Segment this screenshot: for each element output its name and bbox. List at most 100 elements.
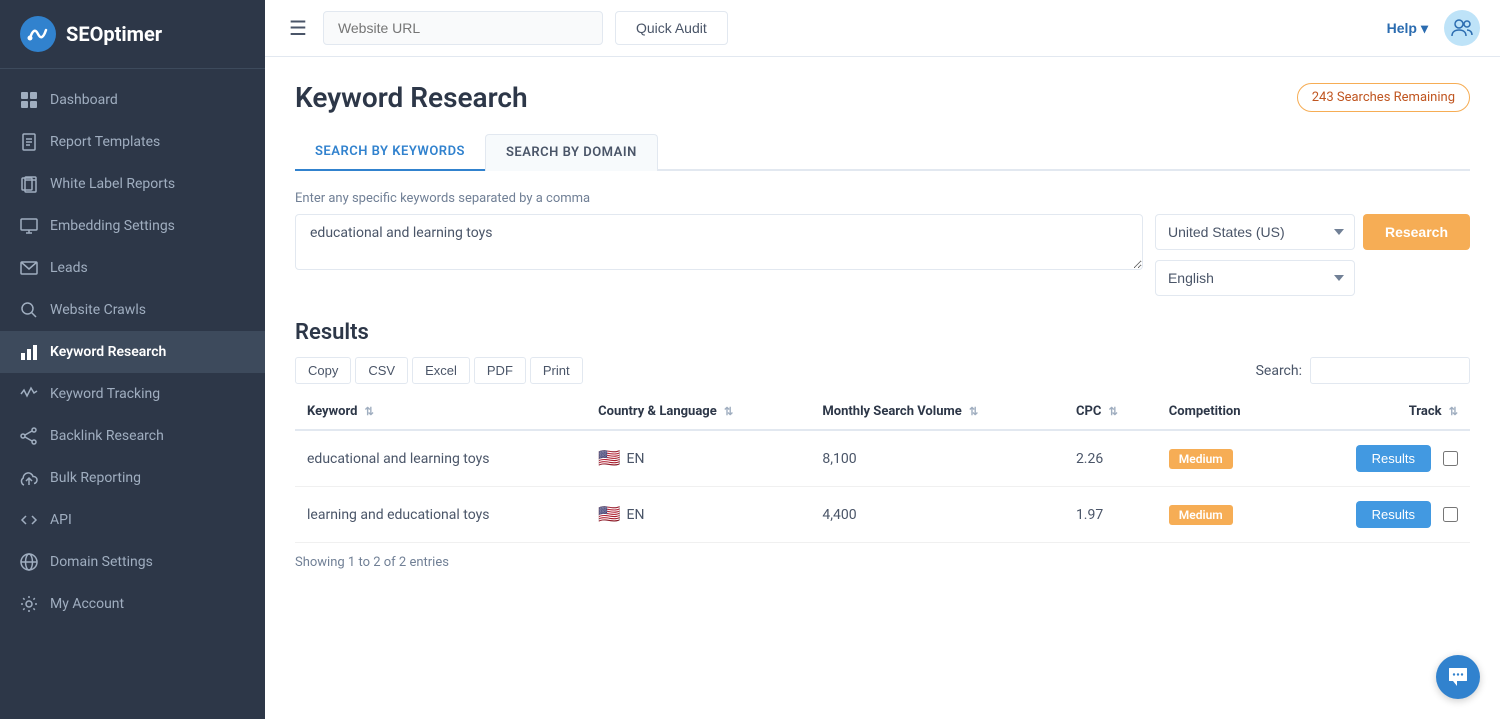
sidebar-item-keyword-research[interactable]: Keyword Research — [0, 331, 265, 373]
sidebar-label-bulk-reporting: Bulk Reporting — [50, 470, 141, 486]
sort-icon-cpc[interactable]: ⇅ — [1109, 405, 1118, 418]
settings-icon — [20, 595, 38, 613]
sidebar-label-white-label: White Label Reports — [50, 176, 175, 192]
sidebar-item-my-account[interactable]: My Account — [0, 583, 265, 625]
page-title: Keyword Research — [295, 81, 528, 114]
results-btn-1[interactable]: Results — [1356, 501, 1431, 528]
language-0: EN — [627, 451, 645, 467]
sidebar-label-report-templates: Report Templates — [50, 134, 160, 150]
sidebar-item-dashboard[interactable]: Dashboard — [0, 79, 265, 121]
sidebar-item-report-templates[interactable]: Report Templates — [0, 121, 265, 163]
tab-search-by-domain[interactable]: SEARCH BY DOMAIN — [485, 134, 658, 171]
url-input[interactable] — [323, 11, 603, 45]
sidebar-item-domain-settings[interactable]: Domain Settings — [0, 541, 265, 583]
action-buttons: Copy CSV Excel PDF Print — [295, 357, 583, 384]
sidebar-label-website-crawls: Website Crawls — [50, 302, 146, 318]
monthly-search-cell-0: 8,100 — [810, 430, 1064, 487]
language-1: EN — [627, 507, 645, 523]
track-cell-0: Results — [1292, 430, 1470, 487]
sidebar-item-keyword-tracking[interactable]: Keyword Tracking — [0, 373, 265, 415]
tab-search-by-keywords[interactable]: SEARCH BY KEYWORDS — [295, 134, 485, 171]
sidebar-label-backlink-research: Backlink Research — [50, 428, 164, 444]
country-select[interactable]: United States (US) United Kingdom (UK) C… — [1155, 214, 1355, 250]
topbar-right: Help ▾ — [1387, 10, 1480, 46]
grid-icon — [20, 91, 38, 109]
keyword-textarea[interactable]: educational and learning toys — [295, 214, 1143, 270]
quick-audit-button[interactable]: Quick Audit — [615, 11, 728, 45]
search-icon — [20, 301, 38, 319]
language-select[interactable]: English Spanish French German — [1155, 260, 1355, 296]
track-cell-1: Results — [1292, 487, 1470, 543]
table-search-row: Search: — [1256, 357, 1470, 384]
sidebar-label-keyword-research: Keyword Research — [50, 344, 166, 360]
sort-icon-track[interactable]: ⇅ — [1449, 405, 1458, 418]
sidebar-item-backlink-research[interactable]: Backlink Research — [0, 415, 265, 457]
sidebar-item-embedding[interactable]: Embedding Settings — [0, 205, 265, 247]
track-checkbox-1[interactable] — [1443, 507, 1458, 522]
hamburger-button[interactable]: ☰ — [285, 12, 311, 45]
tabs: SEARCH BY KEYWORDS SEARCH BY DOMAIN — [295, 134, 1470, 171]
sidebar-item-leads[interactable]: Leads — [0, 247, 265, 289]
searches-badge: 243 Searches Remaining — [1297, 83, 1470, 112]
sidebar-label-api: API — [50, 512, 72, 528]
results-table: Keyword ⇅ Country & Language ⇅ Monthly S… — [295, 394, 1470, 543]
print-button[interactable]: Print — [530, 357, 583, 384]
keyword-cell-0: educational and learning toys — [295, 430, 586, 487]
sidebar-label-dashboard: Dashboard — [50, 92, 118, 108]
flag-0: 🇺🇸 — [598, 448, 620, 469]
sidebar-label-keyword-tracking: Keyword Tracking — [50, 386, 160, 402]
keyword-cell-1: learning and educational toys — [295, 487, 586, 543]
table-row: educational and learning toys 🇺🇸 EN 8,10… — [295, 430, 1470, 487]
col-cpc: CPC ⇅ — [1064, 394, 1157, 430]
topbar: ☰ Quick Audit Help ▾ — [265, 0, 1500, 57]
sidebar-item-white-label[interactable]: White Label Reports — [0, 163, 265, 205]
results-btn-0[interactable]: Results — [1356, 445, 1431, 472]
sort-icon-keyword[interactable]: ⇅ — [365, 405, 374, 418]
activity-icon — [20, 385, 38, 403]
sidebar-item-website-crawls[interactable]: Website Crawls — [0, 289, 265, 331]
chat-bubble[interactable] — [1436, 655, 1480, 699]
upload-cloud-icon — [20, 469, 38, 487]
search-row: educational and learning toys United Sta… — [295, 214, 1470, 296]
help-button[interactable]: Help ▾ — [1387, 20, 1428, 37]
chevron-down-icon: ▾ — [1421, 20, 1428, 37]
code-icon — [20, 511, 38, 529]
cpc-cell-0: 2.26 — [1064, 430, 1157, 487]
sort-icon-monthly[interactable]: ⇅ — [969, 405, 978, 418]
research-button[interactable]: Research — [1363, 214, 1470, 250]
competition-badge-0: Medium — [1169, 449, 1233, 469]
table-search-input[interactable] — [1310, 357, 1470, 384]
user-avatar[interactable] — [1444, 10, 1480, 46]
showing-text: Showing 1 to 2 of 2 entries — [295, 555, 1470, 570]
sidebar-label-embedding: Embedding Settings — [50, 218, 175, 234]
search-controls: United States (US) United Kingdom (UK) C… — [1155, 214, 1470, 296]
copy-icon — [20, 175, 38, 193]
file-text-icon — [20, 133, 38, 151]
copy-button[interactable]: Copy — [295, 357, 351, 384]
monthly-search-cell-1: 4,400 — [810, 487, 1064, 543]
monitor-icon — [20, 217, 38, 235]
bar-chart-icon — [20, 343, 38, 361]
col-competition: Competition — [1157, 394, 1292, 430]
content-area: Keyword Research 243 Searches Remaining … — [265, 57, 1500, 719]
sidebar-item-api[interactable]: API — [0, 499, 265, 541]
col-country-language: Country & Language ⇅ — [586, 394, 810, 430]
competition-badge-1: Medium — [1169, 505, 1233, 525]
sort-icon-country[interactable]: ⇅ — [724, 405, 733, 418]
competition-cell-1: Medium — [1157, 487, 1292, 543]
cpc-cell-1: 1.97 — [1064, 487, 1157, 543]
results-actions: Copy CSV Excel PDF Print Search: — [295, 357, 1470, 384]
sidebar-item-bulk-reporting[interactable]: Bulk Reporting — [0, 457, 265, 499]
track-checkbox-0[interactable] — [1443, 451, 1458, 466]
col-monthly-search: Monthly Search Volume ⇅ — [810, 394, 1064, 430]
pdf-button[interactable]: PDF — [474, 357, 526, 384]
csv-button[interactable]: CSV — [355, 357, 408, 384]
excel-button[interactable]: Excel — [412, 357, 470, 384]
col-track: Track ⇅ — [1292, 394, 1470, 430]
col-keyword: Keyword ⇅ — [295, 394, 586, 430]
page-header: Keyword Research 243 Searches Remaining — [295, 81, 1470, 114]
sidebar-nav: Dashboard Report Templates White Label R… — [0, 69, 265, 719]
logo-text: SEOptimer — [66, 22, 162, 46]
share-icon — [20, 427, 38, 445]
results-title: Results — [295, 320, 1470, 345]
